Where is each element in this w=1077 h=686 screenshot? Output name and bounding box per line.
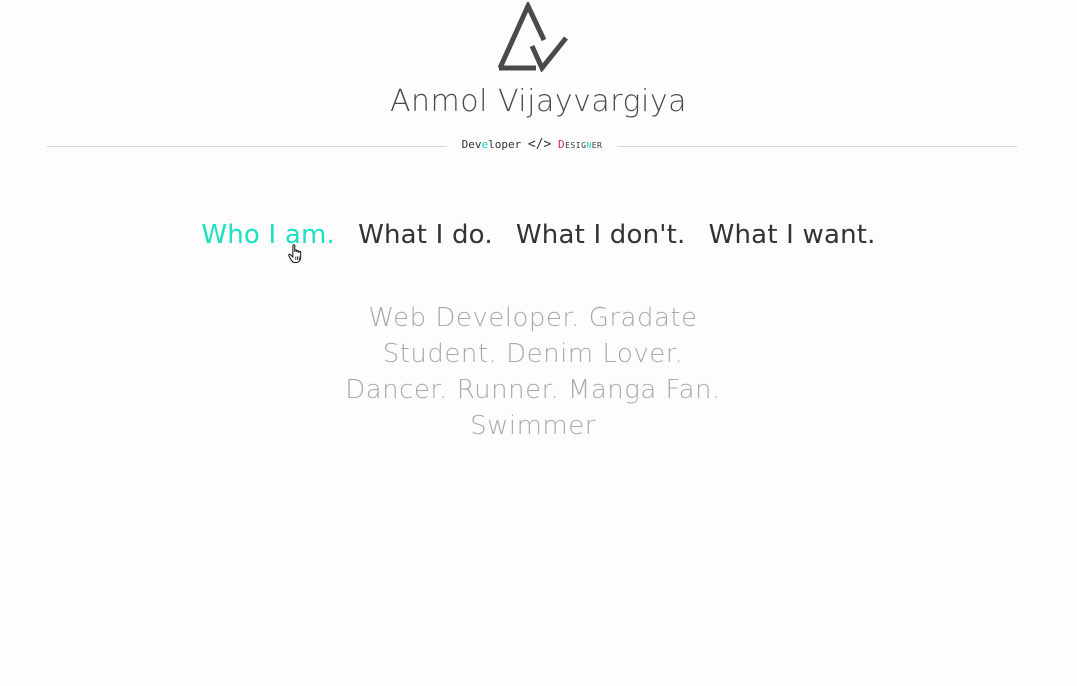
- tab-what-i-want[interactable]: What I want.: [709, 220, 876, 250]
- section-nav: Who I am. What I do. What I don't. What …: [0, 220, 1077, 250]
- content-line: Swimmer: [470, 411, 596, 441]
- about-content: Web Developer. Gradate Student. Denim Lo…: [338, 300, 728, 444]
- tab-what-i-do[interactable]: What I do.: [358, 220, 493, 250]
- content-line: Dancer. Runner. Manga Fan.: [345, 375, 721, 405]
- divider-left: [47, 146, 447, 147]
- tab-what-i-dont[interactable]: What I don't.: [516, 220, 686, 250]
- site-owner-name: Anmol Vijayvargiya: [389, 84, 688, 119]
- content-line: Student. Denim Lover.: [382, 339, 684, 369]
- divider-right: [617, 146, 1017, 147]
- page: Anmol Vijayvargiya Developer </> Designe…: [0, 0, 1077, 686]
- content-line: Web Developer. Gradate: [368, 303, 698, 333]
- triangle-logo-icon[interactable]: [496, 2, 568, 72]
- hand-pointer-icon: [288, 244, 302, 263]
- tagline: Developer </> Designer: [447, 137, 617, 152]
- tab-who-i-am[interactable]: Who I am.: [201, 220, 335, 250]
- tagline-designer: Designer: [558, 138, 603, 151]
- tagline-developer: Developer: [461, 138, 522, 151]
- code-symbol: </>: [527, 137, 552, 152]
